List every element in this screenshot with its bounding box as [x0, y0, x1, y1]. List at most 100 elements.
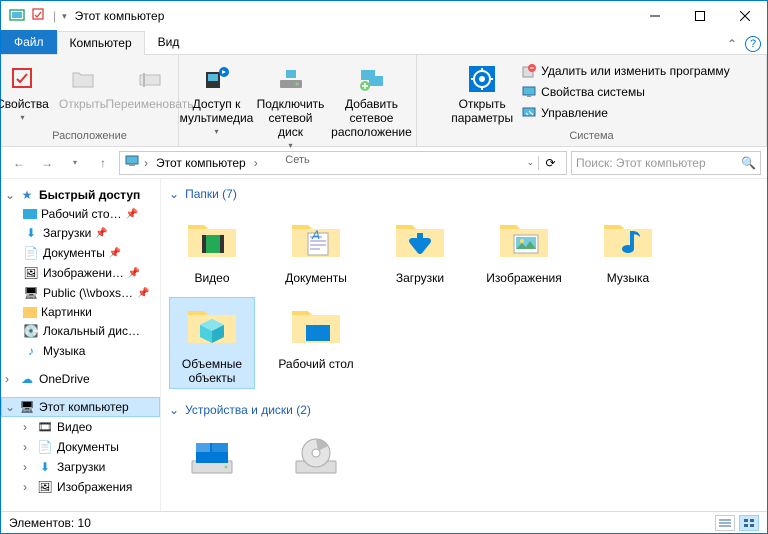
sysprops-icon [521, 84, 537, 100]
cd-drive-icon [286, 431, 346, 483]
qat-props-icon[interactable] [31, 7, 47, 26]
ribbon: Свойства ▾ Открыть Переименовать Располо… [1, 55, 767, 147]
view-details-button[interactable] [715, 515, 735, 531]
rename-button[interactable]: Переименовать [114, 61, 186, 113]
drive-local[interactable] [169, 427, 255, 487]
view-icons-button[interactable] [739, 515, 759, 531]
minimize-button[interactable] [632, 1, 677, 31]
document-icon: 📄 [37, 439, 53, 455]
help-button[interactable]: ? [745, 36, 761, 52]
tree-item[interactable]: 🖥Public (\\vboxs…📌 [1, 283, 160, 303]
folder-video[interactable]: Видео [169, 211, 255, 289]
tab-view[interactable]: Вид [145, 30, 193, 54]
uninstall-button[interactable]: Удалить или изменить программу [517, 61, 734, 81]
refresh-button[interactable]: ⟳ [538, 156, 562, 170]
pin-icon: 📌 [128, 268, 140, 279]
system-props-button[interactable]: Свойства системы [517, 82, 734, 102]
netfolder-icon: 🖥 [23, 285, 39, 301]
open-settings-button[interactable]: Открыть параметры [449, 61, 515, 127]
ribbon-tabs: Файл Компьютер Вид ⌃ ? [1, 31, 767, 55]
qat-chevron-icon[interactable]: ▾ [62, 11, 67, 22]
tree-item[interactable]: ♪Музыка [1, 341, 160, 361]
tree-item[interactable]: Картинки [1, 303, 160, 321]
download-icon: ⬇ [23, 225, 39, 241]
folder-desktop[interactable]: Рабочий стол [273, 297, 359, 389]
properties-button[interactable]: Свойства ▾ [0, 61, 52, 124]
folder-icon [390, 215, 450, 267]
media-icon [202, 63, 232, 95]
forward-button[interactable]: → [35, 151, 59, 175]
folder-3d-objects[interactable]: Объемные объекты [169, 297, 255, 389]
download-icon: ⬇ [37, 459, 53, 475]
pin-icon: 📌 [126, 209, 138, 220]
breadcrumb[interactable]: Этот компьютер [152, 156, 250, 170]
item-count: Элементов: 10 [9, 516, 91, 530]
pin-icon: 📌 [137, 288, 149, 299]
tree-item[interactable]: ⬇Загрузки📌 [1, 223, 160, 243]
section-folders[interactable]: ⌄Папки (7) [169, 183, 759, 205]
folder-documents[interactable]: A Документы [273, 211, 359, 289]
up-button[interactable]: ↑ [91, 151, 115, 175]
folder-icon [286, 301, 346, 353]
search-input[interactable]: Поиск: Этот компьютер 🔍 [571, 151, 761, 175]
qat-separator: | [53, 9, 56, 23]
tab-computer[interactable]: Компьютер [57, 31, 145, 55]
map-drive-button[interactable]: Подключить сетевой диск▾ [255, 61, 327, 152]
address-input[interactable]: › Этот компьютер › ⌄ ⟳ [119, 151, 567, 175]
folder-icon [598, 215, 658, 267]
statusbar: Элементов: 10 [1, 511, 767, 533]
tree-item[interactable]: Рабочий сто…📌 [1, 205, 160, 223]
folder-icon [494, 215, 554, 267]
tree-item[interactable]: ›📄Документы [1, 437, 160, 457]
folder-icon [182, 301, 242, 353]
music-icon: ♪ [23, 343, 39, 359]
folder-pictures[interactable]: Изображения [481, 211, 567, 289]
tree-quick-access[interactable]: ⌄★Быстрый доступ [1, 185, 160, 205]
chevron-down-icon: ⌄ [169, 187, 179, 201]
folder-icon [182, 215, 242, 267]
chevron-down-icon: ⌄ [169, 403, 179, 417]
dropdown-icon: ▾ [20, 113, 24, 122]
close-button[interactable] [722, 1, 767, 31]
tree-item[interactable]: ›🖼Изображения [1, 477, 160, 497]
titlebar: | ▾ Этот компьютер [1, 1, 767, 31]
manage-button[interactable]: Управление [517, 103, 734, 123]
group-system-label: Система [569, 128, 613, 144]
section-devices[interactable]: ⌄Устройства и диски (2) [169, 399, 759, 421]
media-access-button[interactable]: Доступ к мультимедиа▾ [181, 61, 253, 138]
tree-item[interactable]: 💽Локальный дис… [1, 321, 160, 341]
address-dropdown-icon[interactable]: ⌄ [526, 157, 534, 168]
window-title: Этот компьютер [75, 9, 632, 23]
back-button[interactable]: ← [7, 151, 31, 175]
tree-onedrive[interactable]: ›☁OneDrive [1, 369, 160, 389]
content-pane[interactable]: ⌄Папки (7) Видео A Документы Загрузки Из… [161, 179, 767, 511]
tab-file[interactable]: Файл [1, 30, 57, 54]
settings-icon [467, 63, 497, 95]
pc-icon [124, 153, 140, 172]
open-button[interactable]: Открыть [54, 61, 112, 113]
tree-item[interactable]: 📄Документы📌 [1, 243, 160, 263]
tree-this-pc[interactable]: ⌄🖥Этот компьютер [1, 397, 160, 417]
maximize-button[interactable] [677, 1, 722, 31]
pin-icon: 📌 [109, 248, 121, 259]
add-location-button[interactable]: Добавить сетевое расположение [329, 61, 415, 141]
properties-icon [9, 63, 37, 95]
tree-item[interactable]: 🖼Изображени…📌 [1, 263, 160, 283]
chevron-right-icon[interactable]: › [254, 156, 258, 170]
desktop-icon [23, 209, 37, 219]
image-icon: 🖼 [37, 479, 53, 495]
nav-tree[interactable]: ⌄★Быстрый доступ Рабочий сто…📌 ⬇Загрузки… [1, 179, 161, 511]
folder-music[interactable]: Музыка [585, 211, 671, 289]
chevron-right-icon[interactable]: › [144, 156, 148, 170]
tree-item[interactable]: ›🎞Видео [1, 417, 160, 437]
folder-downloads[interactable]: Загрузки [377, 211, 463, 289]
drive-optical[interactable] [273, 427, 359, 487]
rename-icon [136, 63, 164, 95]
recent-dropdown-icon[interactable]: ▾ [63, 151, 87, 175]
open-icon [69, 63, 97, 95]
star-icon: ★ [19, 187, 35, 203]
ribbon-collapse-icon[interactable]: ⌃ [727, 37, 737, 51]
pin-icon: 📌 [95, 228, 107, 239]
document-icon: 📄 [23, 245, 39, 261]
tree-item[interactable]: ›⬇Загрузки [1, 457, 160, 477]
